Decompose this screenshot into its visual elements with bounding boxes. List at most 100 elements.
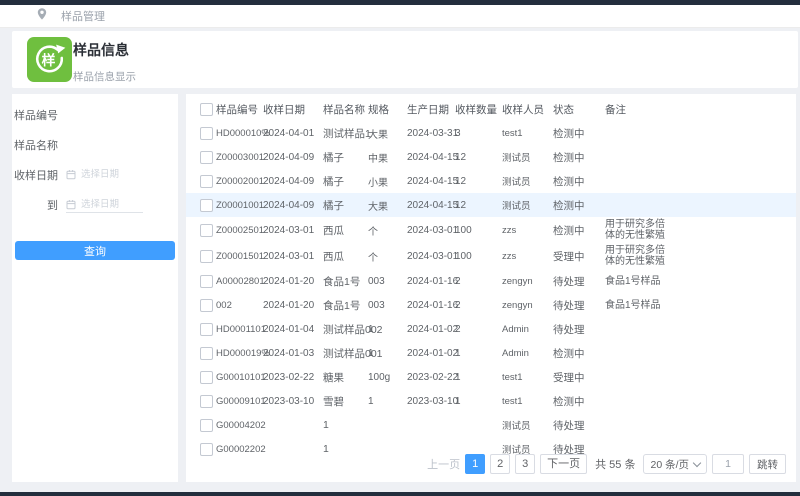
table-row[interactable]: HD000019% 2024-01-03 测试样品001 1 2024-01-0… (186, 341, 796, 365)
cell-receipt-date: 2023-03-10 (263, 395, 315, 407)
cell-qty: 1 (455, 347, 461, 359)
cell-person: 测试员 (502, 201, 531, 212)
calendar-icon (66, 170, 76, 180)
cell-receipt-date: 2024-01-20 (263, 299, 315, 311)
table-row[interactable]: G00004202 1 测试员 待处理 (186, 413, 796, 437)
row-checkbox[interactable] (200, 223, 213, 237)
cell-status: 检测中 (553, 199, 585, 212)
jump-button[interactable]: 跳转 (749, 454, 786, 474)
cell-status: 检测中 (553, 151, 585, 164)
table-row[interactable]: Z00001001 2024-04-09 橘子 大果 2024-04-15 12… (186, 193, 796, 217)
date-to-picker[interactable] (66, 197, 143, 213)
table-row[interactable]: G00010101 2023-02-22 糖果 100g 2023-02-22 … (186, 365, 796, 389)
row-checkbox[interactable] (200, 370, 213, 384)
cell-receipt-date: 2024-03-01 (263, 224, 315, 236)
table-row[interactable]: Z00001501 2024-03-01 西瓜 个 2024-03-01 100… (186, 243, 796, 269)
table-header-row: 样品编号 收样日期 样品名称 规格 生产日期 收样数量 收样人员 状态 备注 (186, 94, 796, 121)
row-checkbox[interactable] (200, 274, 213, 288)
date-from-picker[interactable] (66, 168, 143, 182)
cell-spec: 个 (368, 252, 378, 264)
cell-receipt-date: 2024-01-03 (263, 347, 315, 359)
cell-prod-date: 2023-03-10 (407, 395, 459, 407)
cell-person: test1 (502, 127, 523, 139)
jump-page-input[interactable] (712, 454, 744, 474)
table-row[interactable]: 002 2024-01-20 食品1号 003 2024-01-16 2 zen… (186, 293, 796, 317)
table-row[interactable]: Z00003001 2024-04-09 橘子 中果 2024-04-15 12… (186, 145, 796, 169)
row-checkbox[interactable] (200, 174, 213, 188)
cell-sample-no: G00009101 (216, 395, 266, 407)
search-button[interactable]: 查询 (15, 241, 175, 260)
cell-status: 受理中 (553, 371, 585, 384)
cell-remark (605, 203, 673, 207)
select-all-checkbox[interactable] (200, 102, 213, 116)
cell-prod-date: 2024-04-15 (407, 175, 459, 187)
cell-status: 检测中 (553, 175, 585, 188)
sample-no-label: 样品编号 (14, 110, 58, 122)
date-from-input[interactable] (79, 168, 143, 181)
cell-receipt-date: 2024-04-01 (263, 127, 315, 139)
page-size-value: 20 条/页 (650, 458, 689, 471)
row-checkbox[interactable] (200, 394, 213, 408)
cell-qty: 2 (455, 323, 461, 335)
date-to-label: 到 (47, 200, 58, 212)
cell-status: 检测中 (553, 224, 585, 237)
column-header-receipt-date: 收样日期 (263, 103, 305, 116)
table-row[interactable]: A00002801 2024-01-20 食品1号 003 2024-01-16… (186, 269, 796, 293)
row-checkbox[interactable] (200, 198, 213, 212)
svg-text:样: 样 (42, 52, 56, 68)
filter-row-sample-no: 样品编号 (12, 104, 178, 126)
next-page-button[interactable]: 下一页 (540, 454, 588, 474)
cell-status: 待处理 (553, 419, 585, 432)
cell-spec: 1 (368, 347, 374, 359)
table-row[interactable]: Z00002001 2024-04-09 橘子 小果 2024-04-15 12… (186, 169, 796, 193)
sample-module-icon: 样 (27, 37, 72, 82)
row-checkbox[interactable] (200, 150, 213, 164)
sample-name-label: 样品名称 (14, 140, 58, 152)
pagination-pages: 123 (465, 454, 536, 474)
cell-spec: 1 (368, 395, 374, 407)
row-checkbox[interactable] (200, 346, 213, 360)
row-checkbox[interactable] (200, 322, 213, 336)
cell-qty: 3 (455, 127, 461, 139)
cell-person: zengyn (502, 275, 533, 287)
cell-prod-date: 2024-03-01 (407, 250, 459, 262)
table-row[interactable]: HD0001101 2024-01-04 测试样品002 1 2024-01-0… (186, 317, 796, 341)
cell-receipt-date: 2023-02-22 (263, 371, 315, 383)
date-to-input[interactable] (79, 197, 143, 211)
cell-sample-name: 橘子 (323, 175, 344, 188)
cell-prod-date: 2024-04-15 (407, 151, 459, 163)
page-number-button[interactable]: 2 (490, 454, 511, 474)
sample-name-input[interactable] (66, 138, 160, 152)
page-header-card: 样 样品信息 样品信息显示 (12, 31, 798, 88)
prev-page-button[interactable]: 上一页 (427, 456, 460, 472)
cell-qty: 2 (455, 275, 461, 287)
row-checkbox[interactable] (200, 418, 213, 432)
cell-person: 测试员 (502, 177, 531, 188)
cell-person: test1 (502, 395, 523, 407)
cell-sample-no: Z00003001 (216, 151, 265, 163)
cell-spec: 003 (368, 275, 385, 287)
cell-remark (605, 423, 673, 427)
cell-prod-date: 2023-02-22 (407, 371, 459, 383)
page-size-select[interactable]: 20 条/页 (643, 454, 707, 474)
cell-sample-name: 食品1号 (323, 299, 361, 312)
cell-remark: 用于研究多倍体的无性繁殖 (605, 219, 665, 241)
table-row[interactable]: HD000010% 2024-04-01 测试样品1 大果 2024-03-31… (186, 121, 796, 145)
table-row[interactable]: G00009101 2023-03-10 雪碧 1 2023-03-10 1 t… (186, 389, 796, 413)
total-count: 共 55 条 (595, 459, 636, 471)
table-row[interactable]: Z00002501 2024-03-01 西瓜 个 2024-03-01 100… (186, 217, 796, 243)
page-number-button[interactable]: 1 (465, 454, 486, 474)
cell-qty: 12 (455, 199, 467, 211)
sample-no-input[interactable] (66, 108, 160, 122)
breadcrumb-bar: 样品管理 (0, 5, 800, 28)
row-checkbox[interactable] (200, 249, 213, 263)
row-checkbox[interactable] (200, 442, 213, 456)
page-number-button[interactable]: 3 (515, 454, 536, 474)
row-checkbox[interactable] (200, 126, 213, 140)
cell-sample-no: G00002202 (216, 443, 266, 455)
breadcrumb[interactable]: 样品管理 (61, 8, 105, 24)
cell-remark (605, 375, 673, 379)
column-header-remark: 备注 (605, 103, 626, 116)
row-checkbox[interactable] (200, 298, 213, 312)
receipt-date-label: 收样日期 (14, 170, 58, 182)
